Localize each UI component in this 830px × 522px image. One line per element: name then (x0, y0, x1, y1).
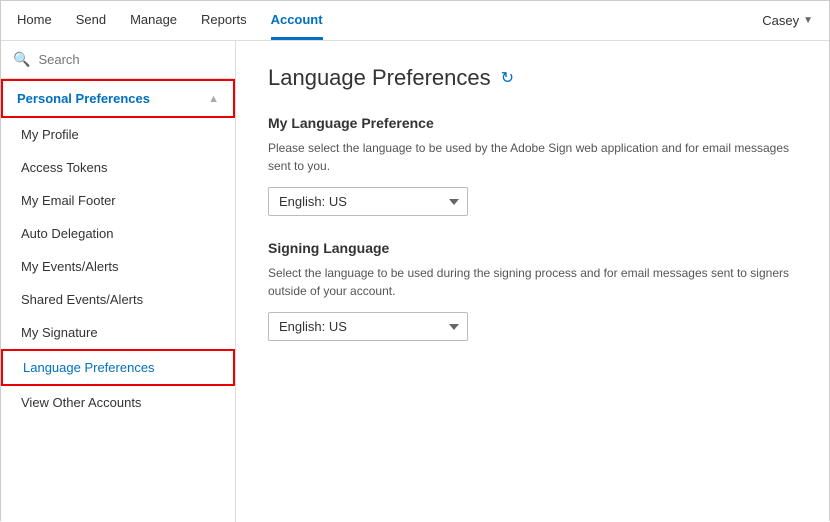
sidebar-item-shared-events-alerts[interactable]: Shared Events/Alerts (1, 283, 235, 316)
search-box: 🔍 (1, 41, 235, 79)
signing-language-section: Signing Language Select the language to … (268, 240, 797, 341)
sidebar-item-my-events-alerts[interactable]: My Events/Alerts (1, 250, 235, 283)
sidebar-item-my-signature[interactable]: My Signature (1, 316, 235, 349)
section1-title: My Language Preference (268, 115, 797, 131)
sidebar-item-auto-delegation[interactable]: Auto Delegation (1, 217, 235, 250)
language-preference-dropdown[interactable]: English: US French German Spanish Japane… (268, 187, 468, 216)
section1-dropdown-row: English: US French German Spanish Japane… (268, 187, 797, 216)
signing-language-dropdown[interactable]: English: US French German Spanish Japane… (268, 312, 468, 341)
section2-dropdown-row: English: US French German Spanish Japane… (268, 312, 797, 341)
nav-user[interactable]: Casey ▼ (762, 13, 813, 28)
page-title: Language Preferences (268, 65, 491, 91)
nav-home[interactable]: Home (17, 2, 52, 40)
search-icon: 🔍 (13, 51, 30, 68)
sidebar: 🔍 Personal Preferences ▲ My Profile Acce… (1, 41, 236, 522)
sidebar-item-access-tokens[interactable]: Access Tokens (1, 151, 235, 184)
section1-description: Please select the language to be used by… (268, 139, 797, 175)
nav-username: Casey (762, 13, 799, 28)
nav-account[interactable]: Account (271, 2, 323, 40)
nav-send[interactable]: Send (76, 2, 106, 40)
sidebar-item-language-preferences[interactable]: Language Preferences (1, 349, 235, 386)
sidebar-item-view-other-accounts[interactable]: View Other Accounts (1, 386, 235, 419)
search-input[interactable] (38, 52, 223, 67)
page-title-row: Language Preferences ↻ (268, 65, 797, 91)
refresh-icon[interactable]: ↻ (501, 68, 514, 88)
personal-preferences-header[interactable]: Personal Preferences ▲ (1, 79, 235, 118)
sidebar-item-my-profile[interactable]: My Profile (1, 118, 235, 151)
nav-manage[interactable]: Manage (130, 2, 177, 40)
section2-title: Signing Language (268, 240, 797, 256)
my-language-preference-section: My Language Preference Please select the… (268, 115, 797, 216)
nav-items: Home Send Manage Reports Account (17, 2, 762, 40)
section2-description: Select the language to be used during th… (268, 264, 797, 300)
user-chevron-icon: ▼ (803, 15, 813, 26)
nav-reports[interactable]: Reports (201, 2, 247, 40)
content-area: Language Preferences ↻ My Language Prefe… (236, 41, 829, 522)
main-layout: 🔍 Personal Preferences ▲ My Profile Acce… (1, 41, 829, 522)
sidebar-menu: My Profile Access Tokens My Email Footer… (1, 118, 235, 419)
section-chevron-icon: ▲ (208, 93, 219, 105)
top-nav: Home Send Manage Reports Account Casey ▼ (1, 1, 829, 41)
personal-preferences-label: Personal Preferences (17, 91, 150, 106)
sidebar-item-my-email-footer[interactable]: My Email Footer (1, 184, 235, 217)
